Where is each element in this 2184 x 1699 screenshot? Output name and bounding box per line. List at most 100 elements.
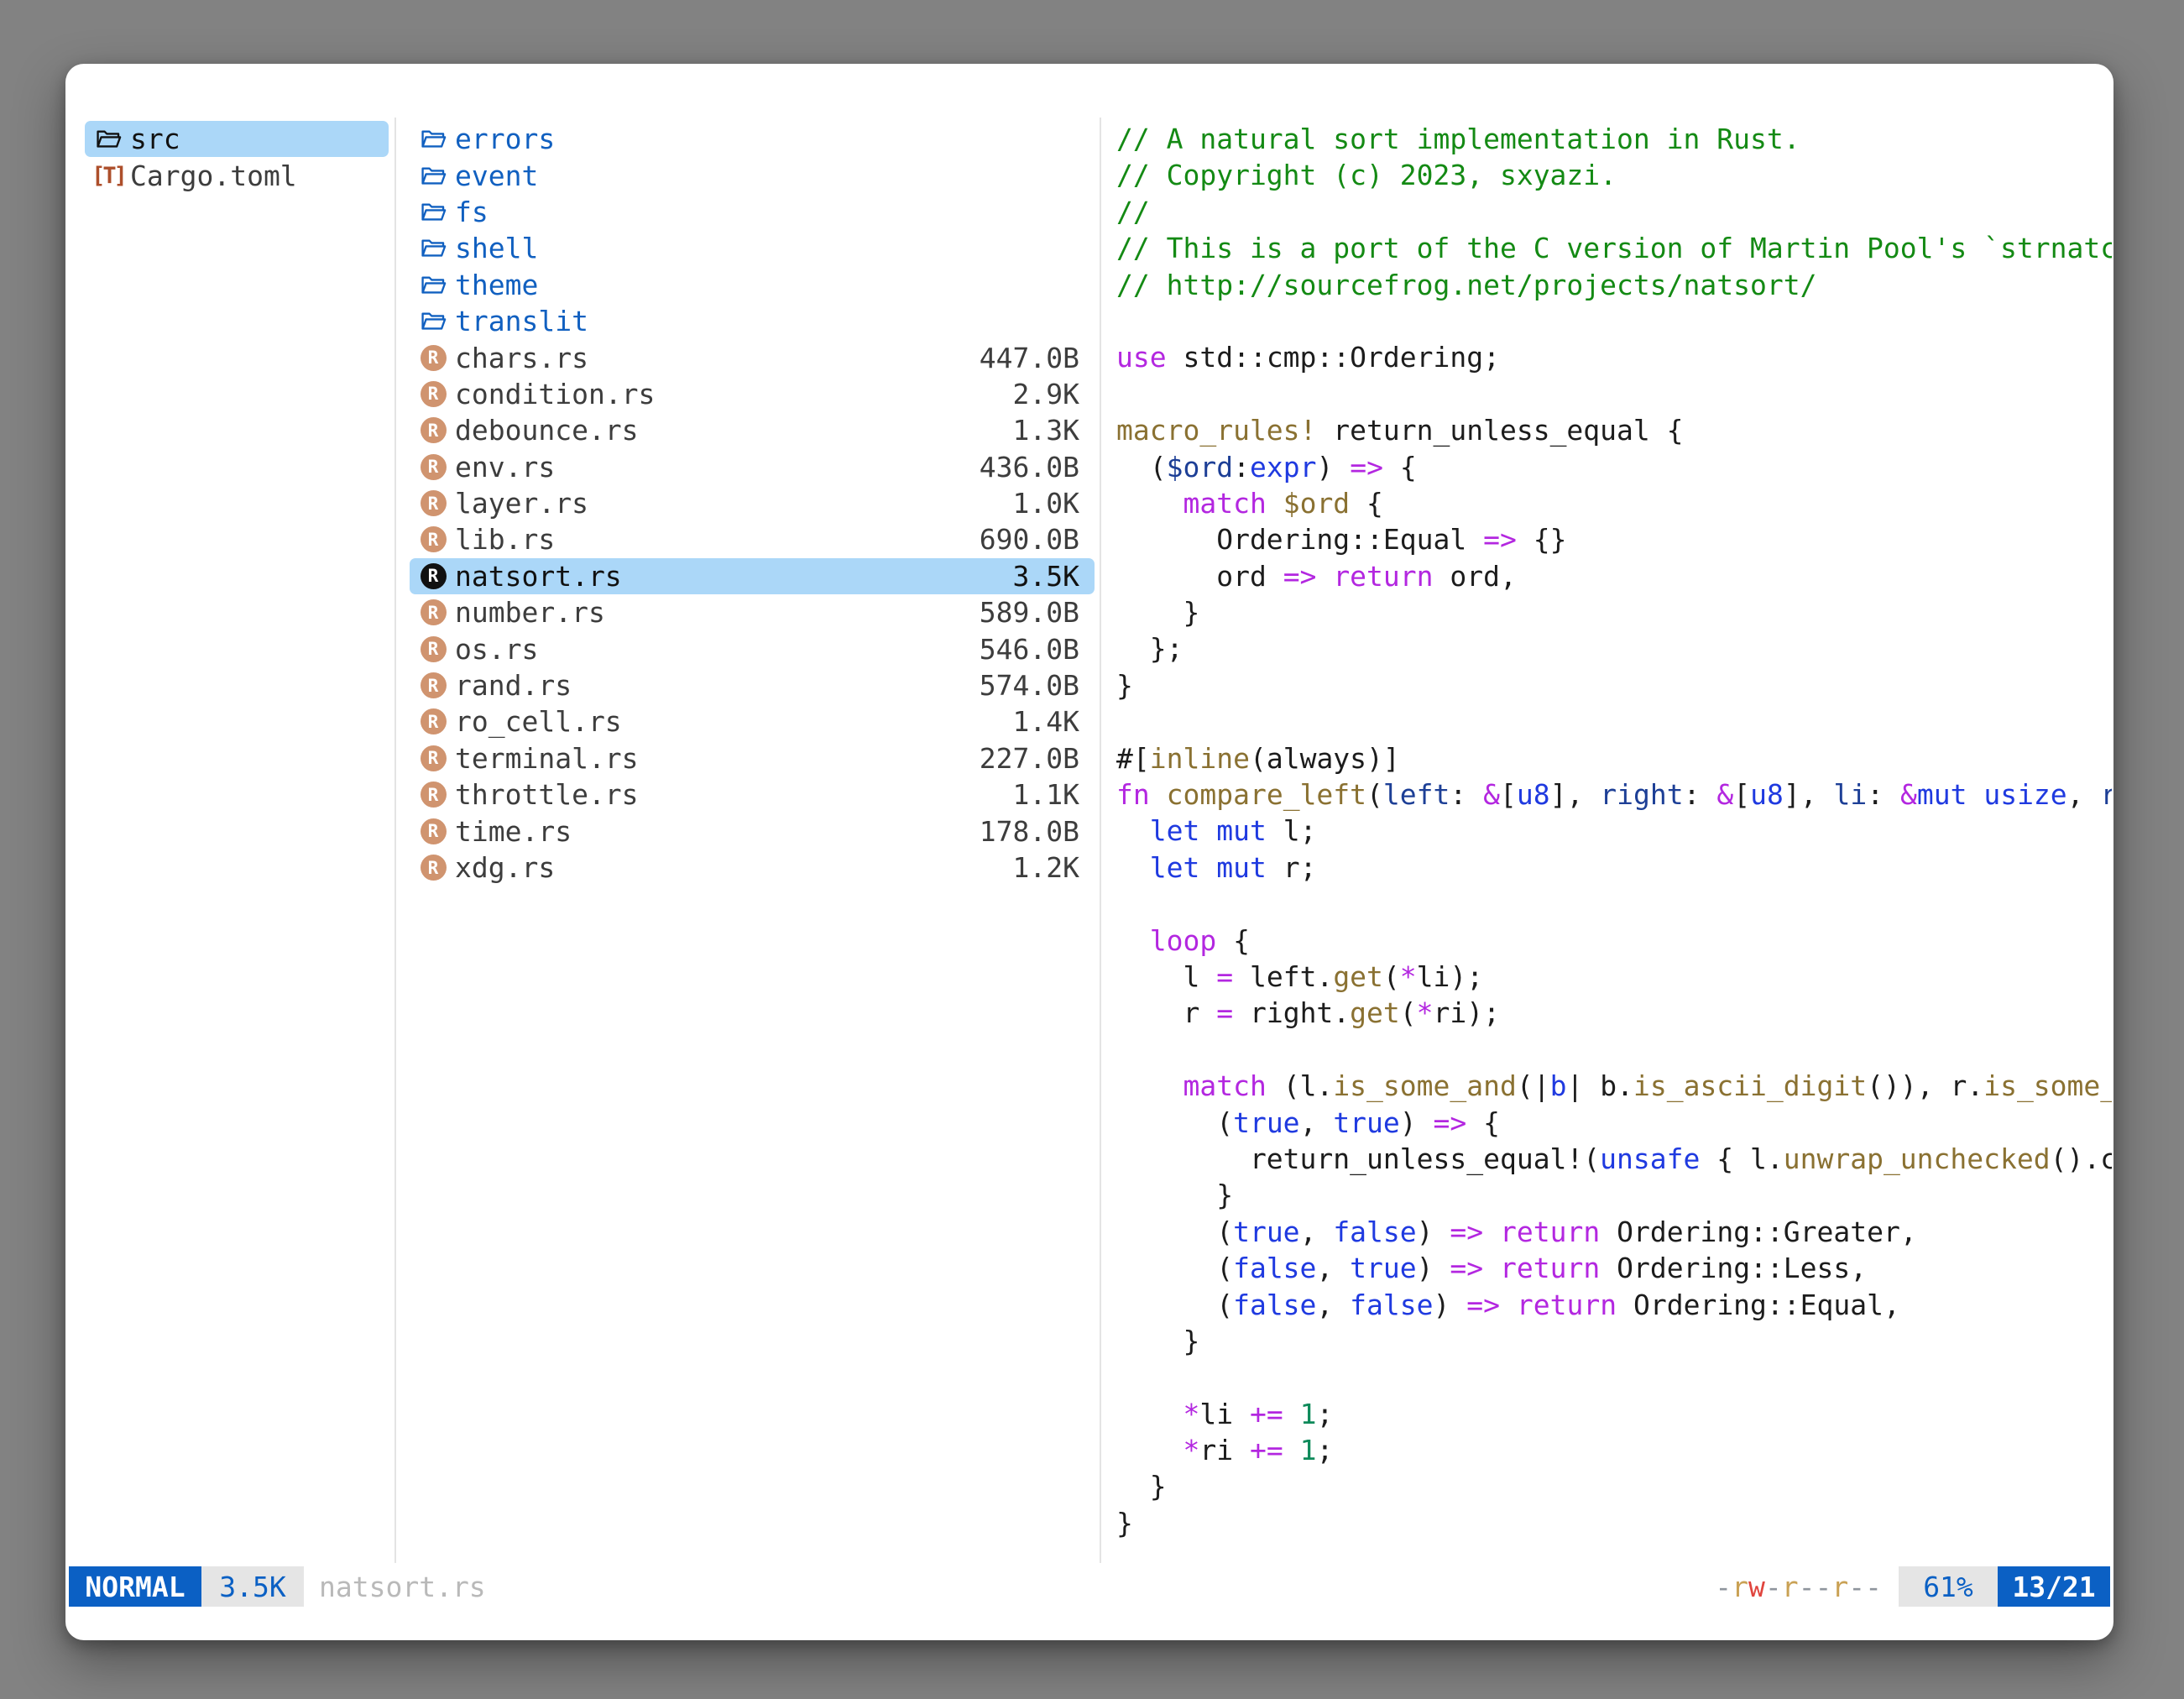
file-row[interactable]: Rlayer.rs1.0K	[410, 485, 1095, 521]
folder-row[interactable]: theme	[410, 267, 1095, 303]
code-line: *ri += 1;	[1116, 1432, 2112, 1468]
mode-badge: NORMAL	[69, 1566, 201, 1607]
file-row[interactable]: Rxdg.rs1.2K	[410, 850, 1095, 886]
file-row[interactable]: [T]Cargo.toml	[85, 157, 389, 193]
item-size: 447.0B	[980, 342, 1079, 374]
rust-file-icon: R	[418, 599, 448, 625]
item-label: ro_cell.rs	[455, 705, 622, 738]
file-row[interactable]: Rrand.rs574.0B	[410, 667, 1095, 703]
rust-file-icon: R	[418, 636, 448, 662]
code-line: match (l.is_some_and(|b| b.is_ascii_digi…	[1116, 1068, 2112, 1104]
folder-row[interactable]: errors	[410, 121, 1095, 157]
file-row[interactable]: Rdebounce.rs1.3K	[410, 412, 1095, 448]
code-line: ($ord:expr) => {	[1116, 449, 2112, 485]
file-row[interactable]: Rlib.rs 690.0B	[410, 521, 1095, 557]
status-bar: NORMAL 3.5K natsort.rs -rw-r--r-- 61% 13…	[65, 1566, 2113, 1607]
file-row[interactable]: Rtime.rs 178.0B	[410, 813, 1095, 849]
item-size: 589.0B	[980, 596, 1079, 629]
scroll-percent-badge: 61%	[1899, 1566, 1998, 1607]
code-line: match $ord {	[1116, 485, 2112, 521]
rust-file-icon: R	[418, 672, 448, 698]
pane-divider-right	[1100, 118, 1101, 1563]
yazi-window: src[T]Cargo.toml errorsevent fs shell theme…	[65, 64, 2113, 1640]
permissions-string: -rw-r--r--	[1715, 1566, 1882, 1607]
item-size: 1.2K	[1013, 851, 1079, 884]
preview-pane[interactable]: // A natural sort implementation in Rust…	[1116, 121, 2112, 1541]
code-line: (true, false) => return Ordering::Greate…	[1116, 1214, 2112, 1250]
code-line: // A natural sort implementation in Rust…	[1116, 121, 2112, 157]
folder-row[interactable]: event	[410, 157, 1095, 193]
file-row[interactable]: Renv.rs436.0B	[410, 449, 1095, 485]
rust-file-icon: R	[418, 381, 448, 407]
code-line: *li += 1;	[1116, 1396, 2112, 1432]
item-size: 3.5K	[1013, 560, 1079, 593]
item-label: fs	[455, 196, 489, 228]
code-line	[1116, 886, 2112, 922]
code-line: }	[1116, 667, 2112, 703]
code-line	[1116, 1359, 2112, 1395]
code-line	[1116, 376, 2112, 412]
status-bar-right: -rw-r--r-- 61% 13/21	[1715, 1566, 2110, 1607]
item-label: event	[455, 159, 538, 192]
code-line: fn compare_left(left: &[u8], right: &[u8…	[1116, 776, 2112, 813]
code-line: };	[1116, 630, 2112, 667]
item-label: shell	[455, 232, 538, 264]
folder-row[interactable]: shell	[410, 230, 1095, 266]
file-row[interactable]: Rthrottle.rs1.1K	[410, 776, 1095, 813]
item-label: layer.rs	[455, 487, 588, 520]
rust-file-icon: R	[418, 490, 448, 516]
file-row[interactable]: Rnumber.rs589.0B	[410, 594, 1095, 630]
code-line: (false, true) => return Ordering::Less,	[1116, 1250, 2112, 1286]
folder-row-selected[interactable]: src	[85, 121, 389, 157]
rust-file-icon: R	[418, 526, 448, 552]
code-line: let mut r;	[1116, 850, 2112, 886]
item-size: 690.0B	[980, 523, 1079, 556]
file-row[interactable]: Rchars.rs447.0B	[410, 339, 1095, 375]
item-size: 546.0B	[980, 633, 1079, 666]
file-row[interactable]: Rcondition.rs2.9K	[410, 376, 1095, 412]
pane-divider-left	[394, 118, 396, 1563]
rust-file-icon: R	[418, 745, 448, 771]
code-line: loop {	[1116, 923, 2112, 959]
item-label: throttle.rs	[455, 778, 639, 811]
rust-file-icon: R	[418, 782, 448, 808]
code-line: (false, false) => return Ordering::Equal…	[1116, 1287, 2112, 1323]
folder-open-icon	[418, 162, 448, 190]
item-size: 2.9K	[1013, 378, 1079, 410]
rust-file-icon: R	[418, 818, 448, 844]
folder-row[interactable]: translit	[410, 303, 1095, 339]
item-label: chars.rs	[455, 342, 588, 374]
code-line	[1116, 1032, 2112, 1068]
file-row[interactable]: Ros.rs 546.0B	[410, 630, 1095, 667]
code-line: }	[1116, 1177, 2112, 1213]
item-size: 436.0B	[980, 451, 1079, 484]
file-row[interactable]: Rterminal.rs227.0B	[410, 740, 1095, 776]
item-size: 178.0B	[980, 815, 1079, 848]
item-label: translit	[455, 305, 588, 337]
code-line: Ordering::Equal => {}	[1116, 521, 2112, 557]
item-size: 1.4K	[1013, 705, 1079, 738]
item-label: terminal.rs	[455, 742, 639, 775]
folder-row[interactable]: fs	[410, 194, 1095, 230]
item-label: theme	[455, 269, 538, 301]
code-line: l = left.get(*li);	[1116, 959, 2112, 995]
file-row-selected[interactable]: Rnatsort.rs3.5K	[410, 558, 1095, 594]
code-line	[1116, 703, 2112, 740]
item-label: src	[130, 123, 180, 155]
code-line: // This is a port of the C version of Ma…	[1116, 230, 2112, 266]
file-size-badge: 3.5K	[201, 1566, 304, 1607]
code-line	[1116, 303, 2112, 339]
item-label: time.rs	[455, 815, 572, 848]
item-label: os.rs	[455, 633, 538, 666]
item-label: lib.rs	[455, 523, 555, 556]
status-file-name: natsort.rs	[319, 1566, 486, 1607]
code-line: let mut l;	[1116, 813, 2112, 849]
file-row[interactable]: Rro_cell.rs1.4K	[410, 703, 1095, 740]
current-pane: errorsevent fs shell theme translit Rchars.rs…	[410, 121, 1095, 886]
code-line: }	[1116, 1323, 2112, 1359]
folder-open-icon	[418, 271, 448, 299]
item-size: 574.0B	[980, 669, 1079, 702]
code-line: return_unless_equal!(unsafe { l.unwrap_u…	[1116, 1141, 2112, 1177]
item-label: natsort.rs	[455, 560, 622, 593]
item-label: xdg.rs	[455, 851, 555, 884]
